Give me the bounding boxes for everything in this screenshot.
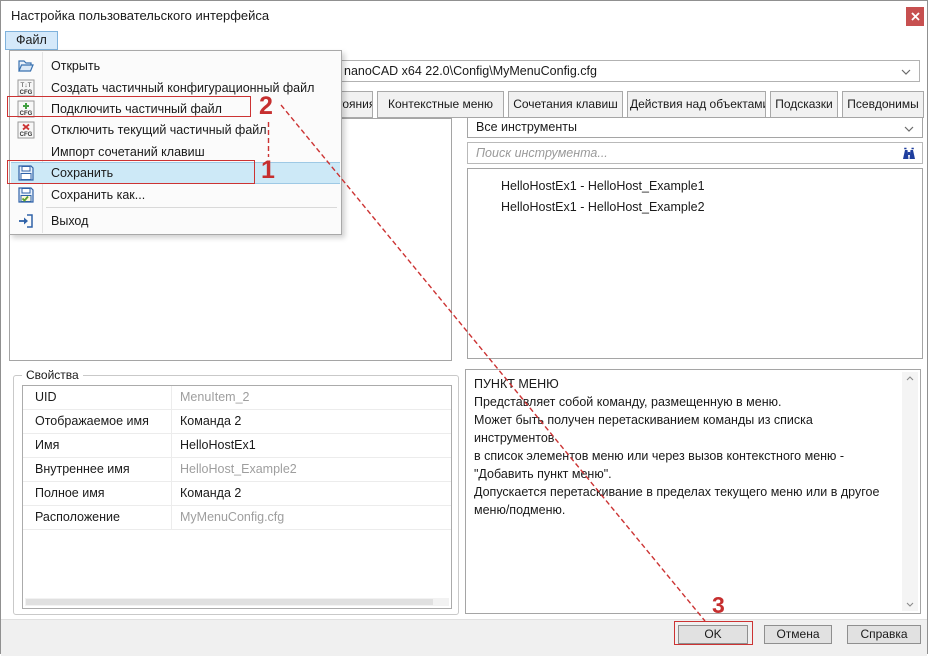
tools-list: HelloHostEx1 - HelloHost_Example1 HelloH…: [467, 168, 923, 359]
exit-icon: [17, 212, 35, 230]
menu-item-label: Выход: [51, 214, 88, 228]
list-item[interactable]: HelloHostEx1 - HelloHost_Example1: [468, 176, 920, 197]
save-as-icon: [17, 186, 35, 204]
description-line: Может быть получен перетаскиванием коман…: [474, 411, 894, 447]
menu-separator: [46, 207, 337, 208]
menu-item-label: Создать частичный конфигурационный файл: [51, 81, 314, 95]
annotation-number-1: 1: [261, 156, 275, 185]
prop-value: MyMenuConfig.cfg: [171, 506, 451, 529]
table-row[interactable]: Внутреннее имя HelloHost_Example2: [23, 458, 451, 482]
prop-value: MenuItem_2: [171, 386, 451, 409]
help-button[interactable]: Справка: [847, 625, 921, 644]
annotation-number-3: 3: [712, 592, 725, 619]
file-menu-button[interactable]: Файл: [5, 31, 58, 50]
config-file-path: nanoCAD x64 22.0\Config\MyMenuConfig.cfg: [344, 64, 597, 78]
table-row[interactable]: Расположение MyMenuConfig.cfg: [23, 506, 451, 530]
menu-item-save-as[interactable]: Сохранить как...: [11, 184, 340, 205]
properties-table: UID MenuItem_2 Отображаемое имя Команда …: [22, 385, 452, 609]
menu-bar: Файл: [1, 29, 927, 51]
description-line: меню/подменю.: [474, 501, 894, 519]
table-row[interactable]: Имя HelloHostEx1: [23, 434, 451, 458]
svg-text:CFG: CFG: [20, 90, 33, 96]
description-line: в список элементов меню или через вызов …: [474, 447, 894, 465]
description-text: ПУНКТ МЕНЮ Представляет собой команду, р…: [474, 375, 894, 519]
annotation-box-step3: [674, 621, 753, 645]
description-line: Представляет собой команду, размещенную …: [474, 393, 894, 411]
tab-aliases[interactable]: Псевдонимы: [842, 91, 924, 118]
tab-hints[interactable]: Подсказки: [770, 91, 838, 118]
menu-item-open[interactable]: Открыть: [11, 55, 340, 77]
file-menu-dropdown: Открыть T↓T CFG Создать частичный конфиг…: [9, 50, 342, 235]
scrollbar-thumb[interactable]: [26, 599, 433, 605]
vertical-scrollbar[interactable]: [902, 372, 918, 611]
menu-item-create-partial-config[interactable]: T↓T CFG Создать частичный конфигурационн…: [11, 77, 340, 98]
scroll-down-icon[interactable]: [906, 602, 914, 607]
description-line: "Добавить пункт меню".: [474, 465, 894, 483]
search-input[interactable]: [468, 143, 902, 163]
menu-item-detach-partial-file[interactable]: CFG Отключить текущий частичный файл: [11, 119, 340, 141]
menu-item-label: Сохранить как...: [51, 188, 145, 202]
table-row[interactable]: UID MenuItem_2: [23, 386, 451, 410]
page-title: Настройка пользовательского интерфейса: [11, 8, 269, 23]
properties-title: Свойства: [22, 368, 83, 382]
prop-label: Отображаемое имя: [23, 410, 171, 433]
close-button[interactable]: [906, 7, 924, 26]
create-partial-config-icon: T↓T CFG: [17, 79, 35, 97]
svg-text:CFG: CFG: [20, 132, 33, 138]
menu-item-exit[interactable]: Выход: [11, 210, 340, 232]
open-folder-icon: [17, 57, 35, 75]
menu-item-label: Открыть: [51, 59, 100, 73]
annotation-box-step1: [7, 160, 255, 184]
detach-partial-config-icon: CFG: [17, 121, 35, 139]
chevron-down-icon: [904, 126, 914, 132]
tools-filter-value: Все инструменты: [476, 120, 577, 134]
prop-label: Внутреннее имя: [23, 458, 171, 481]
description-panel: ПУНКТ МЕНЮ Представляет собой команду, р…: [465, 369, 921, 614]
prop-label: Полное имя: [23, 482, 171, 505]
description-line: Допускается перетаскивание в пределах те…: [474, 483, 894, 501]
prop-label: Расположение: [23, 506, 171, 529]
menu-item-import-shortcuts[interactable]: Импорт сочетаний клавиш: [11, 141, 340, 162]
svg-text:T↓T: T↓T: [20, 82, 31, 89]
table-row[interactable]: Отображаемое имя Команда 2: [23, 410, 451, 434]
binoculars-search-icon[interactable]: [901, 146, 917, 161]
menu-item-label: Импорт сочетаний клавиш: [51, 145, 205, 159]
dialog-window: Настройка пользовательского интерфейса Ф…: [0, 0, 928, 654]
cancel-button[interactable]: Отмена: [764, 625, 832, 644]
tab-shortcuts[interactable]: Сочетания клавиш: [508, 91, 623, 118]
horizontal-scrollbar[interactable]: [25, 598, 449, 606]
scroll-up-icon[interactable]: [906, 376, 914, 381]
prop-label: Имя: [23, 434, 171, 457]
tab-object-actions[interactable]: Действия над объектами: [627, 91, 766, 118]
close-icon: [911, 12, 920, 21]
annotation-number-2: 2: [259, 92, 273, 121]
list-item[interactable]: HelloHostEx1 - HelloHost_Example2: [468, 197, 920, 218]
tools-filter-combobox[interactable]: Все инструменты: [467, 117, 923, 138]
prop-value: HelloHostEx1: [171, 434, 451, 457]
title-bar: Настройка пользовательского интерфейса: [1, 1, 927, 29]
tool-search-field: [467, 142, 923, 164]
description-title: ПУНКТ МЕНЮ: [474, 375, 894, 393]
tab-context-menus[interactable]: Контекстные меню: [377, 91, 504, 118]
properties-groupbox: Свойства UID MenuItem_2 Отображаемое имя…: [13, 375, 459, 615]
prop-value: HelloHost_Example2: [171, 458, 451, 481]
table-row[interactable]: Полное имя Команда 2: [23, 482, 451, 506]
prop-label: UID: [23, 386, 171, 409]
prop-value: Команда 2: [171, 482, 451, 505]
chevron-down-icon: [901, 69, 911, 75]
menu-item-label: Отключить текущий частичный файл: [51, 123, 267, 137]
annotation-box-step2: [7, 96, 251, 117]
tab-strip: тояния Контекстные меню Сочетания клавиш…: [334, 91, 928, 118]
prop-value: Команда 2: [171, 410, 451, 433]
